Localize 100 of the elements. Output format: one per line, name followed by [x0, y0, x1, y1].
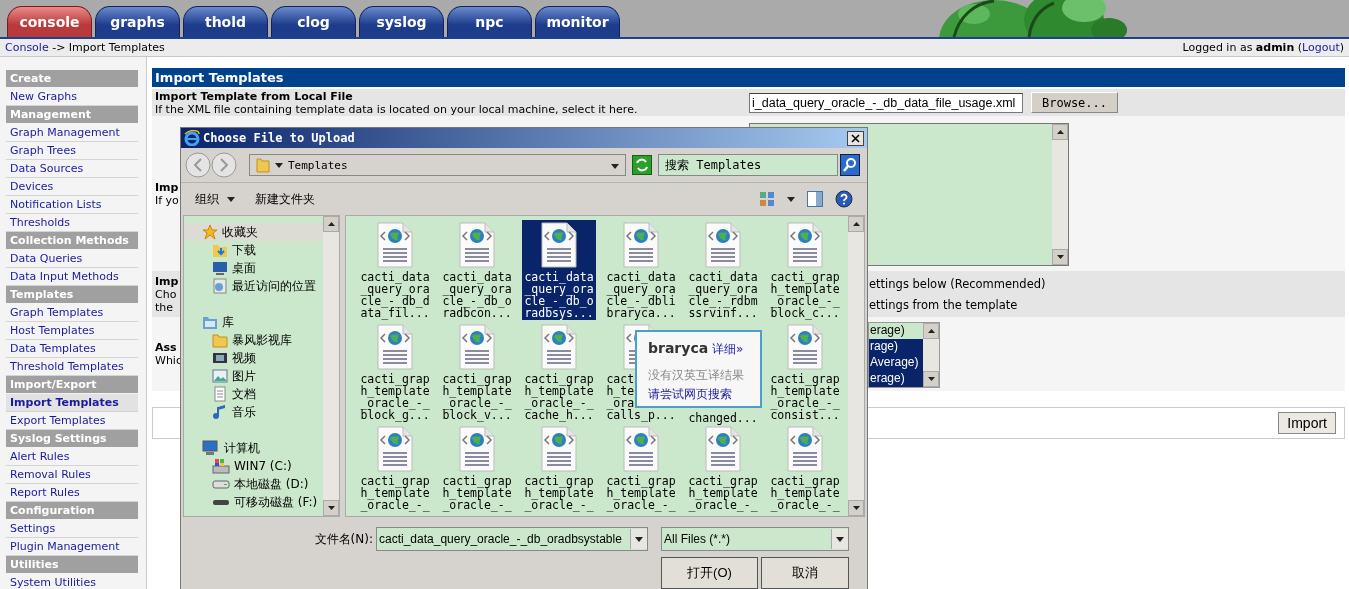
nav-tab[interactable]: console	[7, 6, 92, 37]
file-name-line[interactable]: _oracle_-_	[524, 498, 594, 512]
file-name-line[interactable]: h_template	[442, 486, 512, 500]
file-name-line[interactable]: h_template	[688, 486, 758, 500]
file-name-line[interactable]: cacti_data	[524, 270, 594, 284]
file-name-line[interactable]: _oracle_-_	[442, 396, 512, 410]
file-name-line[interactable]: _query_ora	[688, 282, 758, 296]
file-name-line[interactable]: _query_ora	[442, 282, 512, 296]
file-name-line[interactable]: _query_ora	[606, 282, 676, 296]
sidebar-item[interactable]: Settings	[6, 520, 138, 538]
nav-tab[interactable]: monitor	[535, 6, 620, 37]
file-name-line[interactable]: _ora	[606, 396, 635, 410]
file-item[interactable]: cacti_data _query_ora cle_-_db_o radbsys...	[522, 220, 596, 320]
list-option[interactable]: erage)	[869, 323, 923, 339]
file-name-line[interactable]: h_template	[770, 282, 840, 296]
file-name-line[interactable]: cache_h...	[524, 408, 594, 422]
file-item[interactable]: cacti_data _query_ora cle_-_rdbm ssrvinf...	[686, 220, 760, 320]
file-item[interactable]: cacti_grap h_template _oracle_-_ block_g...	[358, 322, 432, 422]
file-name-line[interactable]: cacti_data	[688, 270, 758, 284]
nav-item[interactable]: 桌面	[184, 259, 323, 277]
address-bar[interactable]: Templates	[249, 154, 626, 176]
search-field[interactable]: 搜索 Templates	[658, 154, 838, 176]
file-name-line[interactable]: cacti_data	[360, 270, 430, 284]
nav-item[interactable]: 本地磁盘 (D:)	[184, 475, 323, 493]
file-name-line[interactable]: ssrvinf...	[688, 306, 758, 320]
sidebar-item[interactable]: Host Templates	[6, 322, 138, 340]
nav-item[interactable]: 可移动磁盘 (F:)	[184, 493, 323, 511]
file-item[interactable]: cacti_grap h_template _oracle_-_	[358, 424, 432, 516]
file-name-line[interactable]: braryca...	[606, 306, 676, 320]
file-name-line[interactable]: h_template	[770, 486, 840, 500]
list-option[interactable]: erage)	[869, 371, 923, 387]
file-item[interactable]: cacti_grap h_template _oracle_-_ consist...	[768, 322, 842, 422]
file-name-line[interactable]: _oracle_-_	[606, 498, 676, 512]
file-name-line[interactable]: cacti_data	[442, 270, 512, 284]
file-item[interactable]: cacti_grap h_template _oracle_-_	[686, 424, 760, 516]
file-name-line[interactable]: radbsys...	[524, 306, 594, 320]
file-item[interactable]: cacti_grap h_template _oracle_-_ block_c...	[768, 220, 842, 320]
sidebar-item[interactable]: Alert Rules	[6, 448, 138, 466]
logout-link[interactable]: Logout	[1302, 41, 1340, 54]
file-name-line[interactable]: h_template	[770, 384, 840, 398]
file-name-line[interactable]: h_template	[524, 384, 594, 398]
file-name-line[interactable]: cacti_grap	[770, 474, 840, 488]
file-name-line[interactable]: _oracle_-_	[770, 396, 840, 410]
nav-item[interactable]: 暴风影视库	[184, 331, 323, 349]
file-name-line[interactable]: _oracle_-_	[360, 396, 430, 410]
nav-item[interactable]: 库	[184, 313, 323, 331]
browse-button[interactable]: Browse...	[1031, 92, 1119, 113]
file-name-line[interactable]: cacti_grap	[606, 474, 676, 488]
nav-item[interactable]: 视频	[184, 349, 323, 367]
file-name-line[interactable]: block_c...	[770, 306, 840, 320]
nav-item[interactable]: 收藏夹	[184, 223, 323, 241]
organize-menu[interactable]: 组织	[195, 190, 235, 208]
file-name-line[interactable]: cacti_grap	[442, 372, 512, 386]
file-item[interactable]: cacti_data _query_ora cle_-_db_d ata_fil...	[358, 220, 432, 320]
file-name-line[interactable]: _oracle_-_	[360, 498, 430, 512]
file-name-line[interactable]: _oracle_-_	[770, 498, 840, 512]
cancel-button[interactable]: 取消	[761, 557, 849, 589]
file-type-dropdown[interactable]: All Files (*.*)	[661, 527, 849, 551]
sidebar-item[interactable]: Data Queries	[6, 250, 138, 268]
file-name-line[interactable]: h_template	[360, 486, 430, 500]
file-item[interactable]: cacti_grap h_template _oracle_-_ cache_h...	[522, 322, 596, 422]
nav-tab[interactable]: thold	[183, 6, 268, 37]
file-name-line[interactable]: cacti_grap	[360, 372, 430, 386]
nav-item[interactable]: 最近访问的位置	[184, 277, 323, 295]
file-name-line[interactable]: consist...	[770, 408, 840, 422]
nav-item[interactable]: 音乐	[184, 403, 323, 421]
file-name-line[interactable]: cacti_data	[606, 270, 676, 284]
nav-item[interactable]: 下载	[184, 241, 323, 259]
file-name-line[interactable]: cacti_grap	[688, 474, 758, 488]
file-name-line[interactable]: h_template	[606, 486, 676, 500]
file-name-line[interactable]: _oracle_-_	[524, 396, 594, 410]
radio-label[interactable]: ettings below (Recommended)	[869, 276, 1345, 291]
nav-item[interactable]: 文档	[184, 385, 323, 403]
file-name-line[interactable]: h_te	[606, 384, 635, 398]
file-name-line[interactable]: h_template	[360, 384, 430, 398]
nav-item[interactable]: WIN7 (C:)	[184, 457, 323, 475]
file-item[interactable]: cacti_grap h_template _oracle_-_	[768, 424, 842, 516]
detail-link[interactable]: 详细»	[712, 342, 744, 356]
list-option[interactable]: rage)	[869, 339, 923, 355]
file-item[interactable]: cacti_grap h_template _oracle_-_	[440, 424, 514, 516]
filename-field[interactable]: cacti_data_query_oracle_-_db_oradbsystable	[376, 527, 648, 551]
file-item[interactable]: cacti_grap h_template _oracle_-_	[604, 424, 678, 516]
file-item[interactable]: cacti_data _query_ora cle_-_dbli braryca...	[604, 220, 678, 320]
breadcrumb-link[interactable]: Console	[5, 41, 49, 54]
file-item[interactable]: cacti_data _query_ora cle_-_db_o radbcon...	[440, 220, 514, 320]
file-name-line[interactable]: _oracle_-_	[688, 498, 758, 512]
file-name-line[interactable]: calls_p...	[606, 408, 676, 422]
file-name-line[interactable]: _query_ora	[360, 282, 430, 296]
file-name-line[interactable]: cacti_grap	[770, 372, 840, 386]
list-option[interactable]: Average)	[869, 355, 923, 371]
nav-item[interactable]: 计算机	[184, 439, 323, 457]
file-name-line[interactable]: cacti_grap	[770, 270, 840, 284]
nav-tab[interactable]: syslog	[359, 6, 444, 37]
file-name-line[interactable]: _oracle_-_	[770, 294, 840, 308]
nav-tab[interactable]: graphs	[95, 6, 180, 37]
file-name-line[interactable]: block_v...	[442, 408, 512, 422]
web-search-link[interactable]: 请尝试网页搜索	[648, 386, 732, 403]
sidebar-item[interactable]: Graph Trees	[6, 142, 138, 160]
file-item[interactable]: cacti_grap h_template _oracle_-_	[522, 424, 596, 516]
import-button[interactable]: Import	[1278, 412, 1336, 434]
